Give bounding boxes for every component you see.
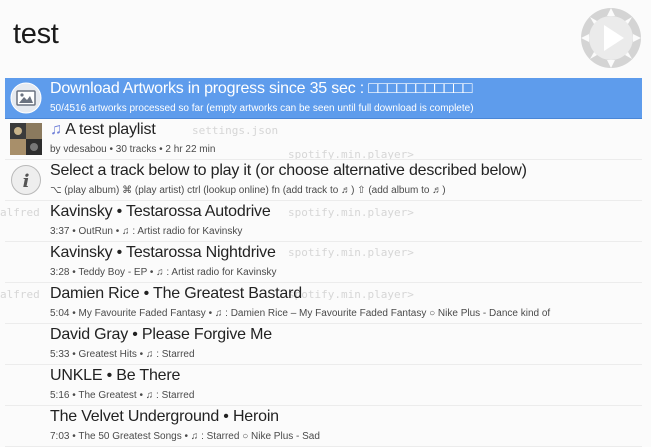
result-row-playlist[interactable]: ♫ A test playlist by vdesabou • 30 track… [5, 119, 642, 160]
result-subtitle: 3:37 • OutRun • ♫ : Artist radio for Kav… [50, 226, 243, 237]
music-note-icon: ♫ [50, 121, 62, 138]
svg-text:i: i [23, 171, 30, 192]
spotify-mini-player-logo-icon [581, 8, 641, 68]
result-subtitle: 5:16 • The Greatest • ♫ : Starred [50, 390, 195, 401]
result-title: Kavinsky • Testarossa Nightdrive [50, 244, 276, 261]
result-subtitle: 5:33 • Greatest Hits • ♫ : Starred [50, 349, 195, 360]
artwork-download-icon [10, 82, 42, 114]
result-subtitle: ⌥ (play album) ⌘ (play artist) ctrl (loo… [50, 185, 446, 196]
result-title: Damien Rice • The Greatest Bastard [50, 285, 302, 302]
result-row-track[interactable]: Kavinsky • Testarossa Autodrive 3:37 • O… [5, 201, 642, 242]
result-subtitle: by vdesabou • 30 tracks • 2 hr 22 min [50, 144, 216, 155]
result-title-wrap: ♫ A test playlist [50, 121, 156, 139]
result-row-track[interactable]: The Velvet Underground • Heroin 7:03 • T… [5, 406, 642, 447]
result-title: UNKLE • Be There [50, 367, 181, 384]
result-subtitle: 50/4516 artworks processed so far (empty… [50, 103, 474, 114]
search-input[interactable]: test [13, 18, 59, 51]
result-row-track[interactable]: Damien Rice • The Greatest Bastard 5:04 … [5, 283, 642, 324]
result-subtitle: 7:03 • The 50 Greatest Songs • ♫ : Starr… [50, 431, 320, 442]
result-title: Kavinsky • Testarossa Autodrive [50, 203, 271, 220]
result-subtitle: 5:04 • My Favourite Faded Fantasy • ♫ : … [50, 308, 551, 319]
search-bar: test [0, 0, 651, 76]
result-title: David Gray • Please Forgive Me [50, 326, 272, 343]
result-row-track[interactable]: UNKLE • Be There 5:16 • The Greatest • ♫… [5, 365, 642, 406]
info-icon: i [11, 165, 41, 195]
results-list: Download Artworks in progress since 35 s… [5, 78, 642, 447]
result-row-track[interactable]: David Gray • Please Forgive Me 5:33 • Gr… [5, 324, 642, 365]
result-title: Select a track below to play it (or choo… [50, 162, 527, 179]
result-row-artwork-download[interactable]: Download Artworks in progress since 35 s… [5, 78, 642, 119]
result-title: A test playlist [65, 121, 156, 138]
result-row-info[interactable]: i Select a track below to play it (or ch… [5, 160, 642, 201]
playlist-cover-icon [10, 123, 42, 155]
result-title: Download Artworks in progress since 35 s… [50, 80, 473, 97]
result-title: The Velvet Underground • Heroin [50, 408, 279, 425]
result-row-track[interactable]: Kavinsky • Testarossa Nightdrive 3:28 • … [5, 242, 642, 283]
result-subtitle: 3:28 • Teddy Boy - EP • ♫ : Artist radio… [50, 267, 277, 278]
